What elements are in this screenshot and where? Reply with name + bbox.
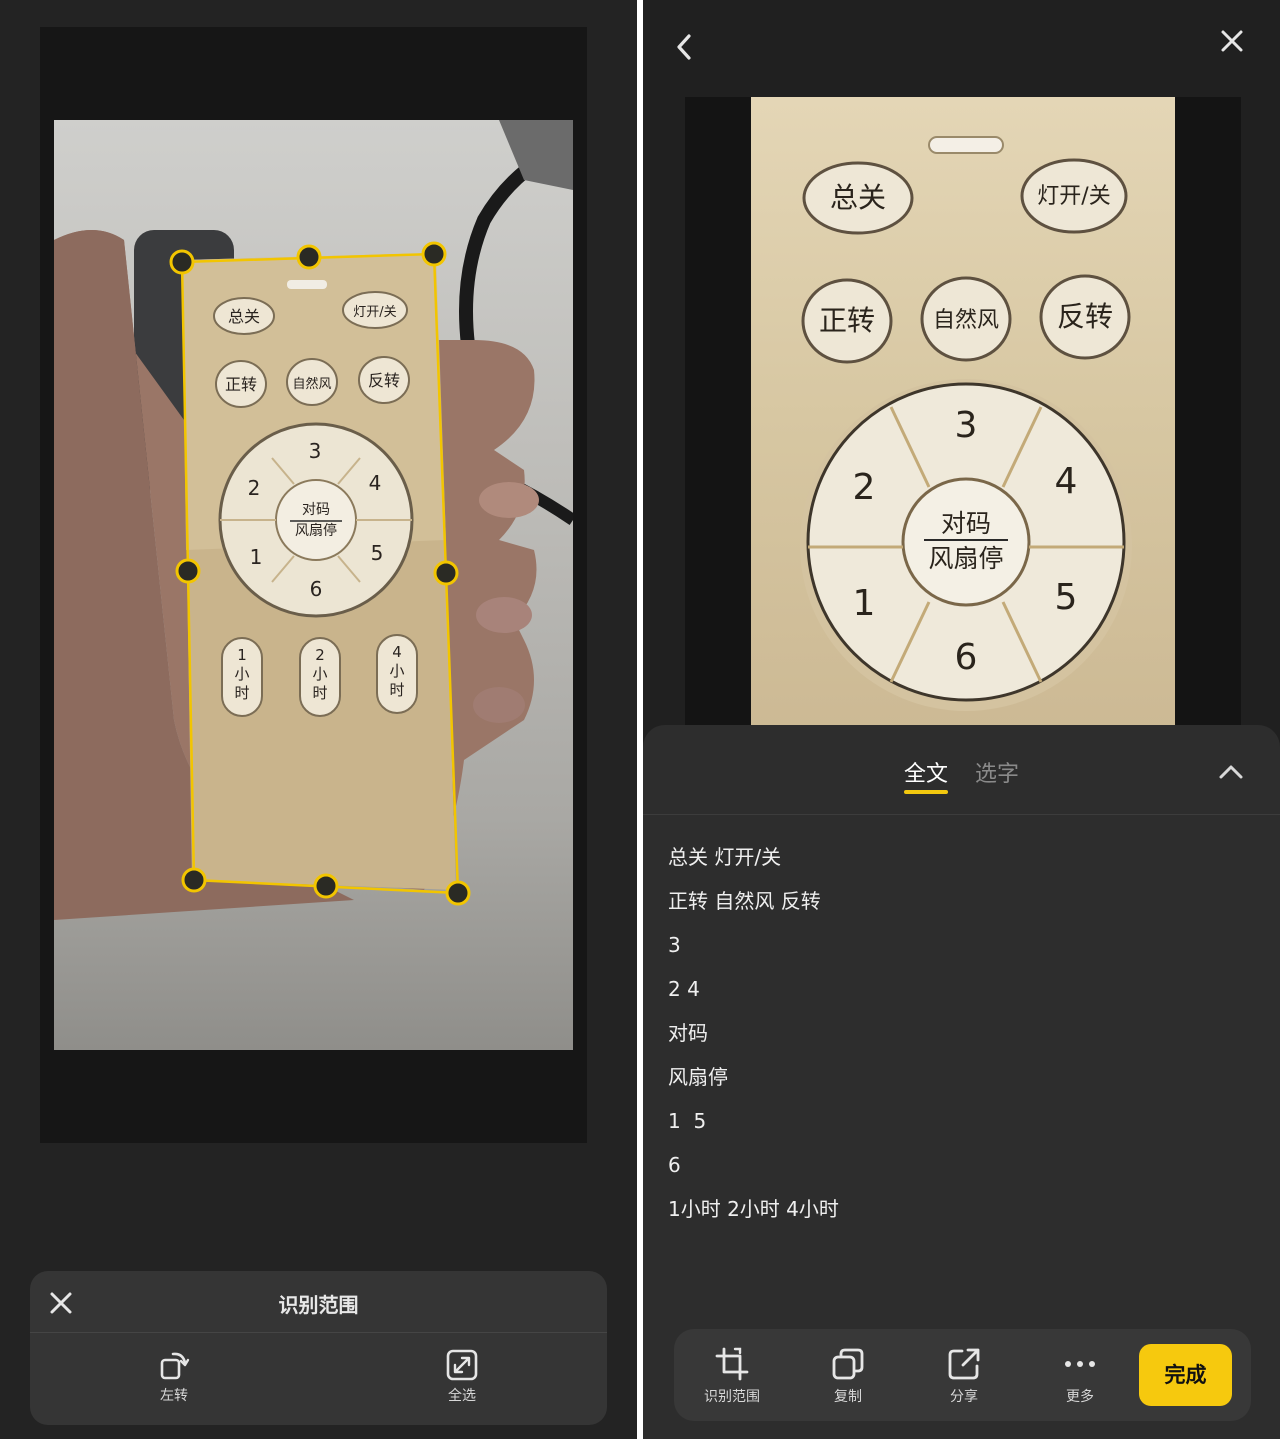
dial-label-4: 4 — [369, 471, 382, 495]
more-button[interactable]: 更多 — [1042, 1345, 1118, 1411]
ocr-result-screen: 总关 灯开/关 正转 自然风 反转 3 2 4 1 5 6 对码 风扇停 全文 — [643, 0, 1280, 1439]
remote-label-light: 灯开/关 — [353, 305, 396, 320]
dial-label-4: 4 — [1055, 461, 1078, 502]
crop-handle-left[interactable] — [175, 558, 201, 584]
crop-handle-bottom-right[interactable] — [445, 880, 471, 906]
timer-2-char: 小 — [312, 665, 327, 683]
timer-4-digit: 4 — [392, 643, 402, 661]
ocr-line: 1小时 2小时 4小时 — [668, 1197, 839, 1221]
result-tabs: 全文 选字 — [643, 725, 1280, 815]
ocr-line: 2 4 — [668, 977, 700, 1001]
back-chevron-icon[interactable] — [667, 28, 703, 66]
crop-toolbar-title: 识别范围 — [278, 1293, 359, 1317]
dial-label-fan-stop: 风扇停 — [928, 544, 1003, 573]
share-label: 分享 — [950, 1389, 978, 1405]
dial-label-5: 5 — [371, 541, 384, 565]
remote-label-power-off: 总关 — [228, 307, 260, 326]
collapse-chevron-icon[interactable] — [1215, 757, 1247, 787]
dial-label-5: 5 — [1055, 577, 1078, 618]
crop-handle-bottom-left[interactable] — [181, 867, 207, 893]
ocr-line: 1 5 — [668, 1109, 707, 1133]
ocr-line: 总关 灯开/关 — [668, 845, 782, 869]
share-button[interactable]: 分享 — [926, 1345, 1002, 1411]
crop-handle-top-left[interactable] — [169, 249, 195, 275]
action-bar: 识别范围 复制 分享 更多 完成 — [674, 1329, 1251, 1421]
select-all-button[interactable]: 全选 — [422, 1347, 502, 1415]
timer-1-digit: 1 — [237, 646, 247, 664]
rotate-left-button[interactable]: 左转 — [134, 1347, 214, 1415]
remote-label-forward: 正转 — [819, 304, 875, 337]
cropped-image-viewport: 总关 灯开/关 正转 自然风 反转 3 2 4 1 5 6 对码 风扇停 — [685, 97, 1241, 737]
copy-button[interactable]: 复制 — [810, 1345, 886, 1411]
crop-range-label: 识别范围 — [704, 1389, 760, 1405]
tab-select-text[interactable]: 选字 — [975, 756, 1019, 788]
remote-label-natural-wind: 自然风 — [292, 376, 331, 392]
ocr-line: 6 — [668, 1153, 681, 1177]
timer-4-char: 时 — [389, 681, 404, 699]
select-all-icon — [446, 1349, 478, 1381]
done-button[interactable]: 完成 — [1139, 1344, 1232, 1406]
rotate-left-label: 左转 — [160, 1388, 188, 1404]
remote-label-forward: 正转 — [225, 375, 257, 394]
timer-1-char: 时 — [234, 684, 249, 702]
timer-2-digit: 2 — [315, 646, 325, 664]
remote-label-power-off: 总关 — [830, 181, 886, 214]
crop-handle-right[interactable] — [433, 560, 459, 586]
ocr-line: 3 — [668, 933, 681, 957]
crop-handle-top[interactable] — [296, 244, 322, 270]
timer-1-char: 小 — [234, 665, 249, 683]
dial-label-1: 1 — [853, 583, 876, 624]
rotate-left-icon — [160, 1352, 190, 1380]
dial-label-2: 2 — [853, 467, 876, 508]
dial-label-3: 3 — [955, 405, 978, 446]
cropped-remote-photo: 总关 灯开/关 正转 自然风 反转 3 2 4 1 5 6 对码 风扇停 — [751, 97, 1175, 737]
ocr-line: 正转 自然风 反转 — [668, 889, 821, 913]
remote-label-light: 灯开/关 — [1037, 184, 1110, 209]
more-icon — [1065, 1361, 1095, 1367]
dial-label-pair: 对码 — [302, 502, 330, 518]
remote-label-reverse: 反转 — [368, 371, 400, 390]
ocr-line: 对码 — [668, 1021, 708, 1045]
crop-handle-bottom[interactable] — [313, 873, 339, 899]
ocr-line: 风扇停 — [668, 1065, 728, 1089]
timer-2-char: 时 — [312, 684, 327, 702]
crop-toolbar: 识别范围 左转 全选 — [30, 1271, 607, 1425]
crop-toolbar-header: 识别范围 — [30, 1271, 607, 1333]
dial-label-pair: 对码 — [941, 509, 991, 538]
dial-label-1: 1 — [250, 545, 263, 569]
select-all-label: 全选 — [448, 1388, 476, 1404]
ocr-text-block[interactable]: 总关 灯开/关 正转 自然风 反转 3 2 4 对码 风扇停 1 5 6 1小时… — [668, 842, 1248, 1238]
crop-handle-top-right[interactable] — [421, 241, 447, 267]
more-label: 更多 — [1066, 1389, 1094, 1405]
dial-label-2: 2 — [248, 476, 261, 500]
dial-label-6: 6 — [955, 637, 978, 678]
dial-label-6: 6 — [310, 577, 323, 601]
crop-range-button[interactable]: 识别范围 — [694, 1345, 770, 1411]
timer-4-char: 小 — [389, 662, 404, 680]
share-icon — [948, 1348, 980, 1380]
tab-full-text[interactable]: 全文 — [904, 756, 949, 794]
crop-range-icon — [715, 1347, 749, 1381]
remote-label-reverse: 反转 — [1057, 300, 1113, 333]
close-icon[interactable] — [1215, 24, 1249, 58]
copy-label: 复制 — [834, 1389, 862, 1405]
dial-label-3: 3 — [309, 439, 322, 463]
copy-icon — [832, 1348, 864, 1380]
crop-screen: 总关 灯开/关 正转 自然风 反转 3 2 4 1 5 6 对码 风扇停 1 小… — [0, 0, 637, 1439]
remote-label-natural-wind: 自然风 — [933, 308, 999, 333]
dial-label-fan-stop: 风扇停 — [295, 522, 337, 539]
